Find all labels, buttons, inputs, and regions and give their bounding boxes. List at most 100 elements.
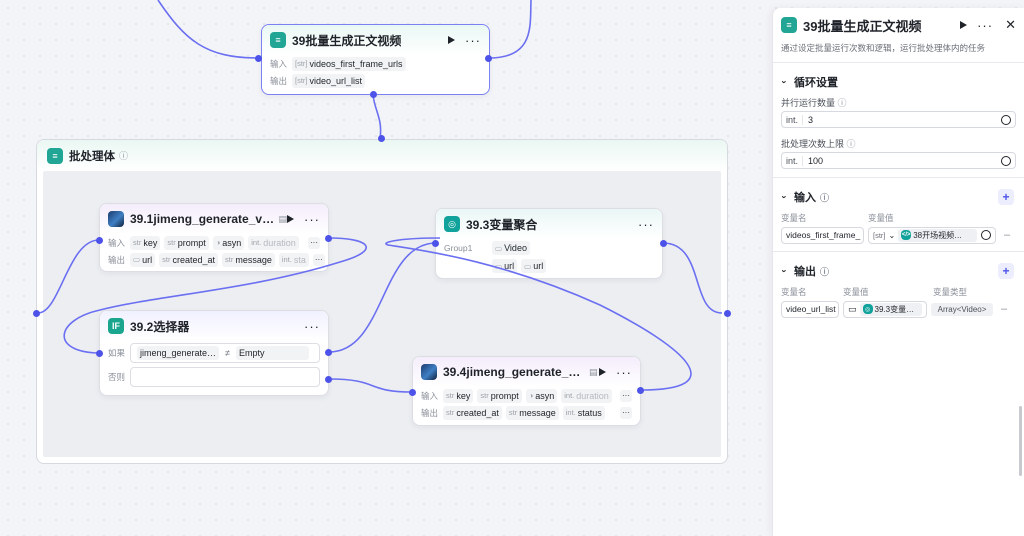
info-icon[interactable]: ⓘ xyxy=(820,265,829,278)
doc-icon: ▤ xyxy=(278,213,287,224)
run-icon[interactable] xyxy=(287,215,294,223)
loop-settings-header[interactable]: › 循环设置 xyxy=(773,69,1024,95)
add-output-button[interactable]: + xyxy=(998,263,1014,279)
column-header: 变量名 xyxy=(781,212,807,223)
info-icon[interactable]: ⓘ xyxy=(838,98,847,108)
more-params-icon[interactable]: ··· xyxy=(620,389,632,402)
chevron-down-icon[interactable]: ⌄ xyxy=(889,231,896,240)
batch-bottom-handle[interactable] xyxy=(370,91,377,98)
more-icon[interactable]: ··· xyxy=(977,19,993,32)
type-label: str xyxy=(162,255,171,264)
variable-ref-icon[interactable] xyxy=(981,230,991,240)
more-params-icon[interactable]: ··· xyxy=(308,236,320,249)
input-label: 输入 xyxy=(270,58,288,69)
jimeng4-input-handle[interactable] xyxy=(409,389,416,396)
batch-output-handle[interactable] xyxy=(485,55,492,62)
column-header: 变量类型 xyxy=(933,286,968,297)
run-icon[interactable] xyxy=(448,36,455,44)
info-icon[interactable]: ⓘ xyxy=(820,191,829,204)
ref-value: 38开场视频… xyxy=(913,230,963,240)
batch-input-handle[interactable] xyxy=(255,55,262,62)
selector-else-handle[interactable] xyxy=(325,376,332,383)
group-top-handle[interactable] xyxy=(378,135,385,142)
group-start-handle[interactable] xyxy=(33,310,40,317)
panel-scrollbar[interactable] xyxy=(1019,406,1022,476)
file-type-icon: ▭ xyxy=(133,255,141,264)
input-section-header[interactable]: › 输入 ⓘ + xyxy=(773,184,1024,210)
remove-icon[interactable]: – xyxy=(1001,303,1007,315)
input-var-name-field[interactable]: videos_first_frame_ xyxy=(781,226,864,244)
max-batch-input[interactable]: int. 100 xyxy=(781,152,1016,169)
workflow-canvas[interactable]: ≡ 39批量生成正文视频 ··· 输入 [str] videos_first_fr… xyxy=(0,0,772,536)
chevron-down-icon: › xyxy=(779,80,790,84)
selector-node[interactable]: IF 39.2选择器 ··· 如果 jimeng_generate… ≠ Emp… xyxy=(99,310,329,396)
output-label: 输出 xyxy=(270,75,288,86)
agg-input-handle[interactable] xyxy=(432,240,439,247)
column-header: 变量名 xyxy=(781,286,807,297)
batch-node[interactable]: ≡ 39批量生成正文视频 ··· 输入 [str] videos_first_fr… xyxy=(261,24,490,95)
param: sta xyxy=(293,254,306,265)
more-icon[interactable]: ··· xyxy=(616,366,632,379)
input-label: 输入 xyxy=(108,237,126,248)
selector-if-handle[interactable] xyxy=(325,349,332,356)
edge-batch-loop-out xyxy=(488,0,532,59)
more-icon[interactable]: ··· xyxy=(465,34,481,47)
input-var-value-field[interactable]: [str] ⌄ </> 38开场视频… xyxy=(868,226,996,244)
output-var-value-field[interactable]: ▭ ◎ 39.3变量… xyxy=(843,300,927,318)
array-type-icon: [str] xyxy=(295,59,308,68)
toggle-type-icon: ◑ xyxy=(528,391,534,400)
jimeng1-node[interactable]: 39.1jimeng_generate_video ▤ ··· 输入 str ke… xyxy=(99,203,329,272)
field-value: 3 xyxy=(808,114,814,125)
type-label: str xyxy=(167,238,176,247)
param: asyn xyxy=(535,390,555,401)
array-type-icon: [str] xyxy=(873,230,886,240)
output-section-header[interactable]: › 输出 ⓘ + xyxy=(773,258,1024,284)
add-input-button[interactable]: + xyxy=(998,189,1014,205)
close-icon[interactable]: ✕ xyxy=(1005,17,1016,33)
panel-description: 通过设定批量运行次数和逻辑，运行批处理体内的任务 xyxy=(781,43,986,53)
parallel-count-input[interactable]: int. 3 xyxy=(781,111,1016,128)
operator: ≠ xyxy=(225,348,231,358)
more-icon[interactable]: ··· xyxy=(304,320,320,333)
variable-ref-icon[interactable] xyxy=(1001,114,1011,125)
aggregate-icon: ◎ xyxy=(862,304,873,314)
type-label: str xyxy=(446,408,455,417)
aggregator-node[interactable]: ◎ 39.3变量聚合 ··· Group1 ▭ Video ▭ url ▭ url xyxy=(435,208,663,279)
selector-input-handle[interactable] xyxy=(96,350,103,357)
field-value: videos_first_frame_ xyxy=(786,230,861,240)
output-type-badge[interactable]: Array<Video> xyxy=(931,302,993,316)
type-label: int. xyxy=(565,408,576,417)
param: status xyxy=(577,407,602,418)
output-var-name-field[interactable]: video_url_list xyxy=(781,300,839,318)
panel-title[interactable]: 39批量生成正文视频 xyxy=(803,16,921,35)
type-label: str xyxy=(446,391,455,400)
more-params-icon[interactable]: ··· xyxy=(620,406,632,419)
remove-icon[interactable]: – xyxy=(1004,229,1010,241)
info-icon[interactable]: ⓘ xyxy=(119,149,128,162)
more-params-icon[interactable]: ··· xyxy=(312,253,325,266)
jimeng4-output-handle[interactable] xyxy=(637,387,644,394)
agg-item: url xyxy=(533,261,544,271)
param: prompt xyxy=(177,237,206,248)
jimeng4-node[interactable]: 39.4jimeng_generate_video… ▤ ··· 输入 strk… xyxy=(412,356,641,426)
file-icon: ▭ xyxy=(848,303,857,314)
more-icon[interactable]: ··· xyxy=(638,218,654,231)
param: created_at xyxy=(456,407,499,418)
agg-output-handle[interactable] xyxy=(660,240,667,247)
code-icon: </> xyxy=(901,230,912,240)
else-box[interactable] xyxy=(130,367,320,387)
jimeng1-title: 39.1jimeng_generate_video xyxy=(130,212,275,226)
run-icon[interactable] xyxy=(960,21,968,29)
field-label: 并行运行数量 xyxy=(781,98,836,108)
condition-box[interactable]: jimeng_generate… ≠ Empty xyxy=(130,343,320,363)
agg-item: url xyxy=(504,261,515,271)
run-icon[interactable] xyxy=(599,368,606,376)
group-end-handle[interactable] xyxy=(724,310,731,317)
jimeng1-input-handle[interactable] xyxy=(96,237,103,244)
right-operand: Empty xyxy=(236,346,309,360)
chevron-down-icon: › xyxy=(779,269,790,273)
more-icon[interactable]: ··· xyxy=(304,213,320,226)
info-icon[interactable]: ⓘ xyxy=(847,139,856,149)
variable-ref-icon[interactable] xyxy=(1001,155,1011,166)
jimeng1-output-handle[interactable] xyxy=(325,235,332,242)
